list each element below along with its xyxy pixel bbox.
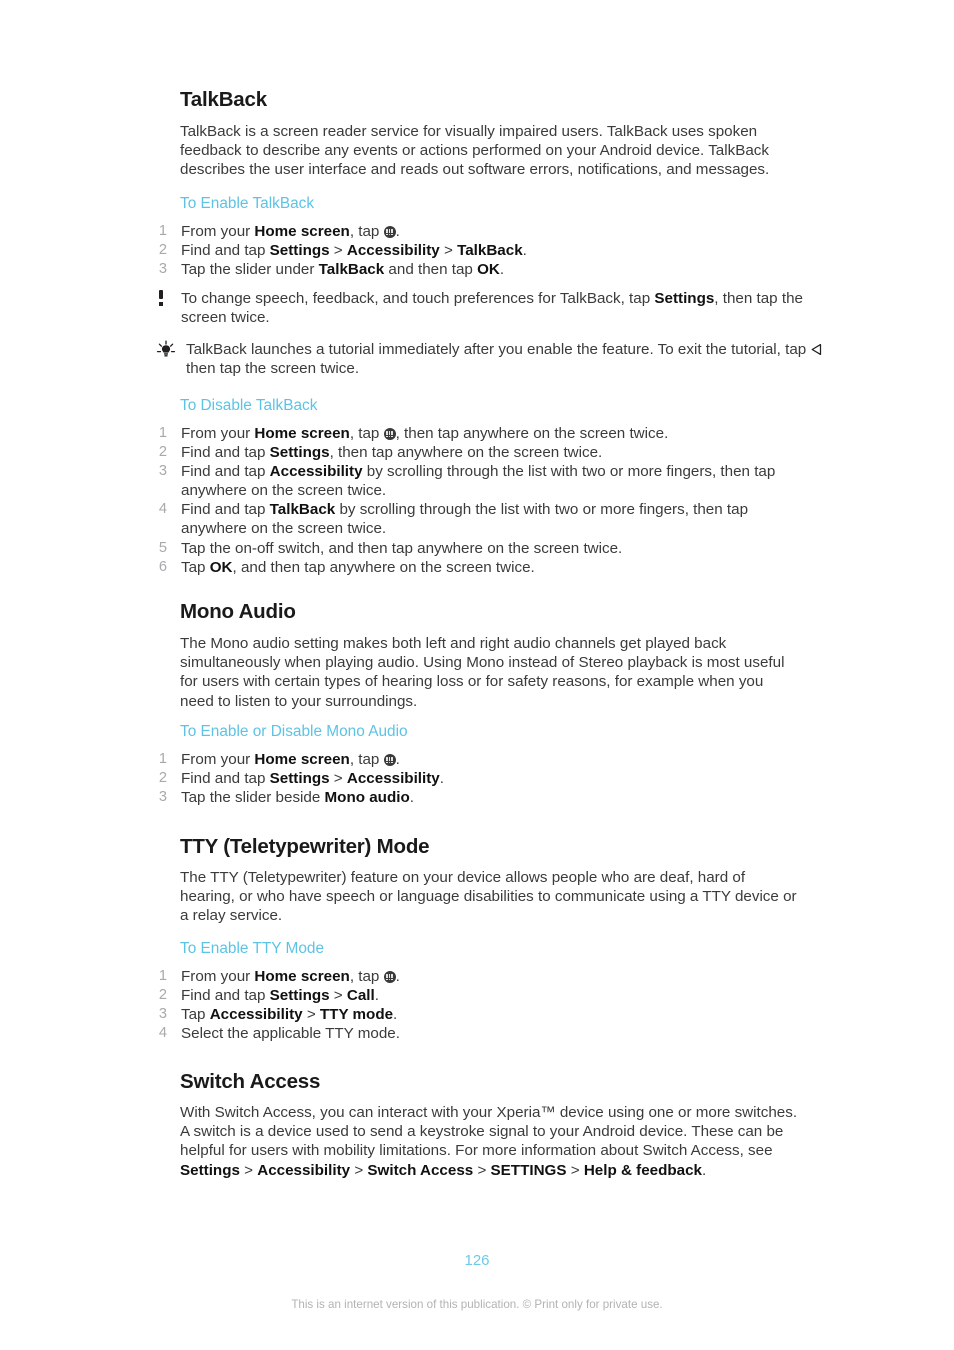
list-item: 5 Tap the on-off switch, and then tap any… — [145, 539, 805, 558]
steps-to-disable-talkback: 1 From your Home screen, tap , then tap a… — [145, 424, 805, 577]
steps-mono-audio: 1 From your Home screen, tap . 2 Find and t… — [145, 750, 444, 807]
page-title-switch-access: Switch Access — [180, 1070, 321, 1093]
step-text: From your Home screen, tap . — [181, 223, 400, 240]
callout-note-talkback: To change speech, feedback, and touch pr… — [145, 289, 831, 327]
page-title-tty-mode: TTY (Teletypewriter) Mode — [180, 835, 430, 858]
step-number: 3 — [158, 463, 167, 480]
mono-audio-intro-paragraph: The Mono audio setting makes both left a… — [180, 635, 785, 710]
app-drawer-icon — [383, 428, 396, 440]
talkback-intro-paragraph: TalkBack is a screen reader service for … — [180, 123, 770, 179]
list-item: 3 Find and tap Accessibility by scrolling… — [145, 462, 805, 500]
step-text: Select the applicable TTY mode. — [181, 1025, 400, 1043]
step-text: From your Home screen, tap , then tap an… — [181, 425, 669, 442]
step-text: Tap Accessibility > TTY mode. — [181, 1006, 398, 1024]
list-item: 3 Tap the slider beside Mono audio. — [145, 788, 444, 807]
step-text: Find and tap Accessibility by scrolling … — [181, 463, 776, 500]
list-item: 1 From your Home screen, tap . — [145, 750, 444, 769]
page-number: 126 — [464, 1252, 490, 1269]
page-title-mono-audio: Mono Audio — [180, 600, 296, 623]
step-number: 3 — [158, 261, 167, 278]
steps-tty-mode: 1 From your Home screen, tap . 2 Find and t… — [145, 967, 400, 1043]
switch-access-intro-paragraph: With Switch Access, you can interact wit… — [180, 1104, 798, 1179]
step-number: 2 — [158, 242, 167, 259]
list-item: 1 From your Home screen, tap . — [145, 222, 527, 241]
callout-tip-talkback: TalkBack launches a tutorial immediately… — [150, 340, 836, 378]
list-item: 4 Find and tap TalkBack by scrolling thro… — [145, 500, 805, 538]
step-number: 5 — [158, 539, 167, 556]
step-number: 4 — [158, 501, 167, 518]
step-number: 1 — [158, 751, 167, 767]
step-number: 2 — [158, 987, 167, 1004]
step-text: Tap the on-off switch, and then tap anyw… — [181, 539, 623, 557]
app-drawer-icon — [383, 971, 396, 983]
step-text: From your Home screen, tap . — [181, 968, 400, 985]
tty-intro-paragraph: The TTY (Teletypewriter) feature on your… — [180, 869, 797, 925]
subheading-to-enable-talkback: To Enable TalkBack — [180, 195, 315, 212]
page-title-talkback: TalkBack — [180, 88, 267, 111]
step-text: Tap the slider under TalkBack and then t… — [181, 261, 505, 279]
app-drawer-icon — [383, 754, 396, 766]
step-text: Find and tap Settings, then tap anywhere… — [181, 444, 603, 462]
step-number: 2 — [158, 444, 167, 461]
lightbulb-icon — [155, 340, 177, 360]
callout-note-text: To change speech, feedback, and touch pr… — [181, 290, 803, 327]
list-item: 2 Find and tap Settings > Call. — [145, 986, 400, 1005]
list-item: 3 Tap Accessibility > TTY mode. — [145, 1005, 400, 1024]
exclamation-icon — [150, 289, 172, 309]
step-number: 3 — [158, 1006, 167, 1023]
list-item: 6 Tap OK, and then tap anywhere on the sc… — [145, 558, 805, 577]
step-text: Tap OK, and then tap anywhere on the scr… — [181, 558, 535, 576]
step-number: 2 — [158, 770, 167, 787]
step-text: Find and tap TalkBack by scrolling throu… — [181, 501, 749, 538]
steps-to-enable-talkback: 1 From your Home screen, tap . 2 Find and t… — [145, 222, 527, 279]
list-item: 2 Find and tap Settings > Accessibility. — [145, 769, 444, 788]
document-page: TalkBack TalkBack is a screen reader ser… — [0, 0, 954, 1350]
list-item: 1 From your Home screen, tap . — [145, 967, 400, 986]
step-number: 1 — [158, 425, 167, 441]
subheading-to-disable-talkback: To Disable TalkBack — [180, 397, 318, 414]
step-number: 3 — [158, 789, 167, 806]
step-text: Tap the slider beside Mono audio. — [181, 789, 414, 807]
step-number: 6 — [158, 558, 167, 575]
list-item: 2 Find and tap Settings, then tap anywher… — [145, 443, 805, 462]
footer-copyright-note: This is an internet version of this publ… — [291, 1298, 663, 1311]
back-arrow-icon — [810, 342, 823, 356]
step-number: 4 — [158, 1025, 167, 1042]
step-number: 1 — [158, 968, 167, 984]
step-text: From your Home screen, tap . — [181, 751, 400, 768]
step-text: Find and tap Settings > Accessibility > … — [181, 242, 527, 260]
list-item: 4 Select the applicable TTY mode. — [145, 1024, 400, 1043]
subheading-to-enable-tty-mode: To Enable TTY Mode — [180, 940, 325, 957]
list-item: 2 Find and tap Settings > Accessibility >… — [145, 241, 527, 260]
list-item: 1 From your Home screen, tap , then tap a… — [145, 424, 805, 443]
subheading-to-enable-or-disable-mono-audio: To Enable or Disable Mono Audio — [180, 723, 408, 740]
app-drawer-icon — [383, 226, 396, 238]
step-text: Find and tap Settings > Accessibility. — [181, 770, 444, 788]
step-number: 1 — [158, 223, 167, 239]
list-item: 3 Tap the slider under TalkBack and then … — [145, 260, 527, 279]
callout-tip-text: TalkBack launches a tutorial immediately… — [186, 341, 823, 377]
step-text: Find and tap Settings > Call. — [181, 987, 379, 1005]
